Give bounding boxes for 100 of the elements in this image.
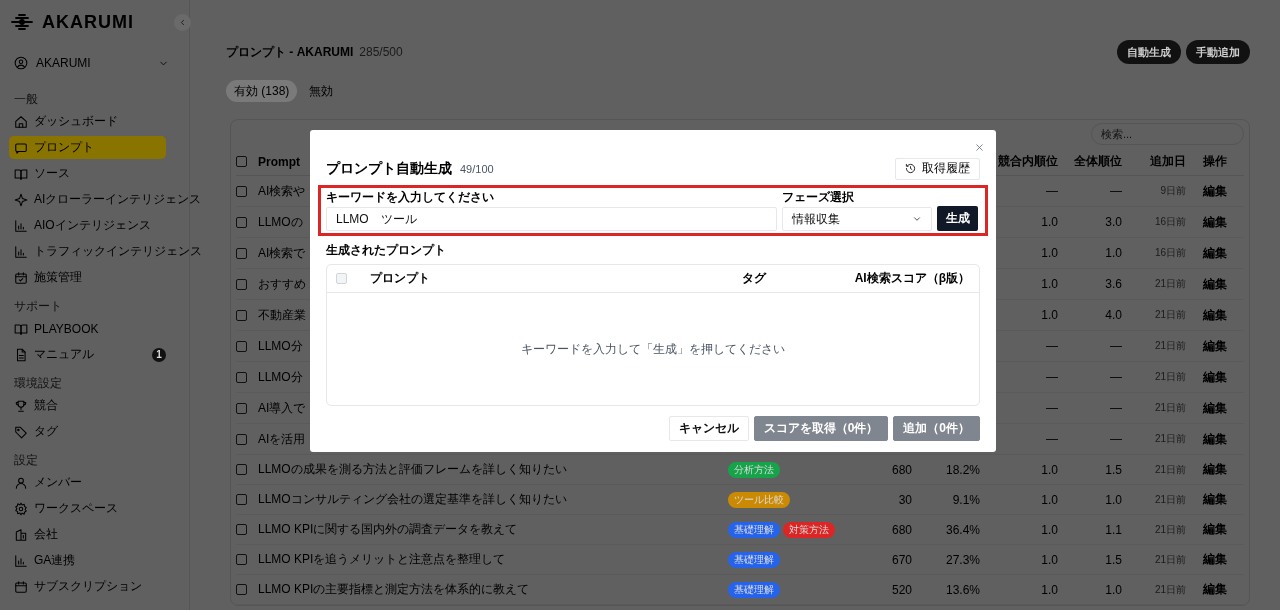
page-title: プロンプト - AKARUMI [226,43,354,61]
history-button[interactable]: 取得履歴 [895,157,980,180]
edit-link[interactable]: 編集 [1203,306,1227,324]
sidebar-item[interactable]: AIクローラーインテリジェンス [9,188,207,211]
table-cell: AI検索や [258,182,306,200]
account-icon [14,56,28,70]
field-label: フェーズ選択 [782,189,855,206]
column-header: タグ [741,270,768,287]
checkbox[interactable] [236,402,247,414]
empty-message: キーワードを入力して「生成」を押してください [521,340,785,358]
sidebar-item[interactable]: メンバー [9,471,166,494]
building-icon [14,527,28,542]
checkbox[interactable] [236,584,247,595]
column-header: 競合内順位 [998,153,1058,170]
table-cell: — [1046,401,1058,415]
sidebar-item[interactable]: 競合 [9,394,166,417]
chat-bubble-icon [14,140,28,155]
edit-link[interactable]: 編集 [1203,430,1227,448]
search-field[interactable]: 検索... [1091,123,1244,145]
account-name[interactable]: AKARUMI [36,56,150,70]
edit-link[interactable]: 編集 [1203,491,1227,508]
edit-link[interactable]: 編集 [1203,368,1227,386]
filter-tab[interactable]: 無効 [301,80,342,102]
keyword-field[interactable]: LLMO ツール [326,207,777,231]
edit-link[interactable]: 編集 [1203,182,1227,200]
checkbox[interactable] [236,464,247,475]
table-cell: 1.5 [1105,462,1122,477]
edit-link[interactable]: 編集 [1203,551,1227,568]
table-cell: AIを活用 [258,430,306,448]
dialog-button[interactable]: キャンセル [668,416,749,441]
checkbox[interactable] [236,278,247,290]
table-cell: LLMO KPIの主要指標と測定方法を体系的に教えて [258,581,530,598]
sidebar-item[interactable]: ソース [9,162,166,185]
bar-chart-icon [14,218,28,233]
checkbox[interactable] [236,554,247,565]
checkbox[interactable] [236,216,247,228]
table-cell: 1.5 [1105,552,1122,567]
edit-link[interactable]: 編集 [1203,275,1227,293]
person-icon [14,475,28,490]
table-cell: 1.0 [1041,246,1058,260]
sidebar-item[interactable]: AIOインテリジェンス [9,214,166,237]
calendar-icon [14,579,28,594]
table-cell: 27.3% [945,552,980,567]
calendar-icon [14,270,28,285]
checkbox[interactable] [236,156,247,167]
history-icon [905,163,916,174]
table-cell: 18.2% [945,462,980,477]
field-label: キーワードを入力してください [326,189,495,206]
sidebar-item[interactable]: ワークスペース [9,497,166,520]
table-cell: LLMOの [258,213,303,231]
table-cell: AI検索で [258,244,306,262]
sidebar-item[interactable]: PLAYBOOK [9,317,166,340]
edit-link[interactable]: 編集 [1203,581,1227,598]
sidebar-item[interactable]: GA連携 [9,549,166,572]
book-icon [14,166,28,181]
sidebar-item[interactable]: ダッシュボード [9,110,166,133]
edit-link[interactable]: 編集 [1203,521,1227,538]
checkbox[interactable] [236,247,247,259]
table-cell: LLMOコンサルティング会社の選定基準を詳しく知りたい [258,491,567,508]
sidebar-item[interactable]: 施策管理 [9,266,166,289]
edit-link[interactable]: 編集 [1203,213,1227,231]
sidebar-item[interactable]: サブスクリプション [9,575,166,598]
sidebar-item[interactable]: プロンプト [9,136,166,159]
checkbox[interactable] [236,340,247,352]
generate-button[interactable]: 生成 [937,206,978,231]
table-cell: 9.1% [952,492,980,507]
column-header: 追加日 [1150,153,1186,170]
checkbox[interactable] [236,524,247,535]
table-cell: 1.0 [1105,492,1122,507]
table-cell: 1.0 [1105,582,1122,597]
table-cell: — [1110,370,1122,384]
sidebar-item[interactable]: 会社 [9,523,166,546]
sidebar-item[interactable]: トラフィックインテリジェンス [9,240,207,263]
edit-link[interactable]: 編集 [1203,337,1227,355]
table-cell: LLMO KPIに関する国内外の調査データを教えて [258,521,518,538]
checkbox[interactable] [236,309,247,321]
edit-link[interactable]: 編集 [1203,461,1227,478]
header-button[interactable]: 自動生成 [1117,40,1181,64]
table-cell: — [1046,370,1058,384]
table-cell: 不動産業 [258,306,306,324]
filter-tab[interactable]: 有効 (138) [226,80,298,102]
table-cell: 680 [891,522,912,537]
checkbox[interactable] [236,185,247,197]
sidebar-item[interactable]: タグ [9,420,166,443]
tag-icon [14,424,28,439]
trophy-icon [14,398,28,413]
checkbox[interactable] [236,494,247,505]
table-cell: 1.0 [1041,552,1058,567]
tag-badge: 対策方法 [783,521,835,538]
phase-dropdown[interactable]: 情報収集 [782,207,932,231]
header-button[interactable]: 手動追加 [1186,40,1250,64]
checkbox[interactable] [236,371,247,383]
checkbox[interactable] [236,433,247,445]
table-cell: 670 [891,552,912,567]
sidebar-item[interactable]: マニュアル 1 [9,343,166,366]
column-header: AI検索スコア（β版） [853,270,971,287]
tag-badge: 分析方法 [728,461,780,478]
table-cell: 1.0 [1041,582,1058,597]
edit-link[interactable]: 編集 [1203,244,1227,262]
edit-link[interactable]: 編集 [1203,399,1227,417]
